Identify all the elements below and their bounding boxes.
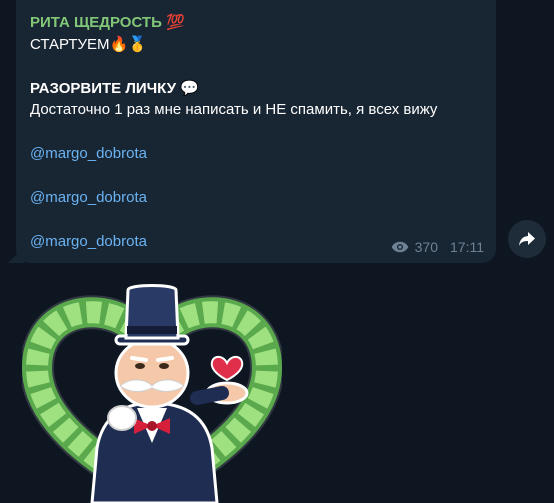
heading-text: РАЗОРВИТЕ ЛИЧКУ [30,80,177,97]
message-meta: 370 17:11 [391,239,484,255]
monopoly-man-sticker[interactable] [22,268,282,503]
view-count: 370 [414,239,438,255]
username-link[interactable]: @margo_dobrota [30,232,147,252]
message-time: 17:11 [450,239,484,255]
fire-medal-icon: 🔥🥇 [109,35,147,53]
message-heading: РАЗОРВИТЕ ЛИЧКУ 💬 [30,78,199,99]
message-line-start: СТАРТУЕМ🔥🥇 [30,34,147,55]
username-link[interactable]: @margo_dobrota [30,144,147,164]
sender-name[interactable]: РИТА ЩЕДРОСТЬ 💯 [30,12,185,33]
username-link[interactable]: @margo_dobrota [30,188,147,208]
forward-button[interactable] [508,220,546,258]
sender-name-text[interactable]: РИТА ЩЕДРОСТЬ [30,14,162,31]
hundred-points-icon: 💯 [166,13,185,31]
chat-area: РИТА ЩЕДРОСТЬ 💯 СТАРТУЕМ🔥🥇 РАЗОРВИТЕ ЛИЧ… [0,0,554,503]
start-text: СТАРТУЕМ [30,36,110,53]
message-bubble[interactable]: РИТА ЩЕДРОСТЬ 💯 СТАРТУЕМ🔥🥇 РАЗОРВИТЕ ЛИЧ… [16,0,496,263]
eye-icon [391,241,408,253]
speech-bubble-icon: 💬 [180,79,199,97]
forward-arrow-icon [519,232,535,246]
message-body: Достаточно 1 раз мне написать и НЕ спами… [30,101,438,118]
